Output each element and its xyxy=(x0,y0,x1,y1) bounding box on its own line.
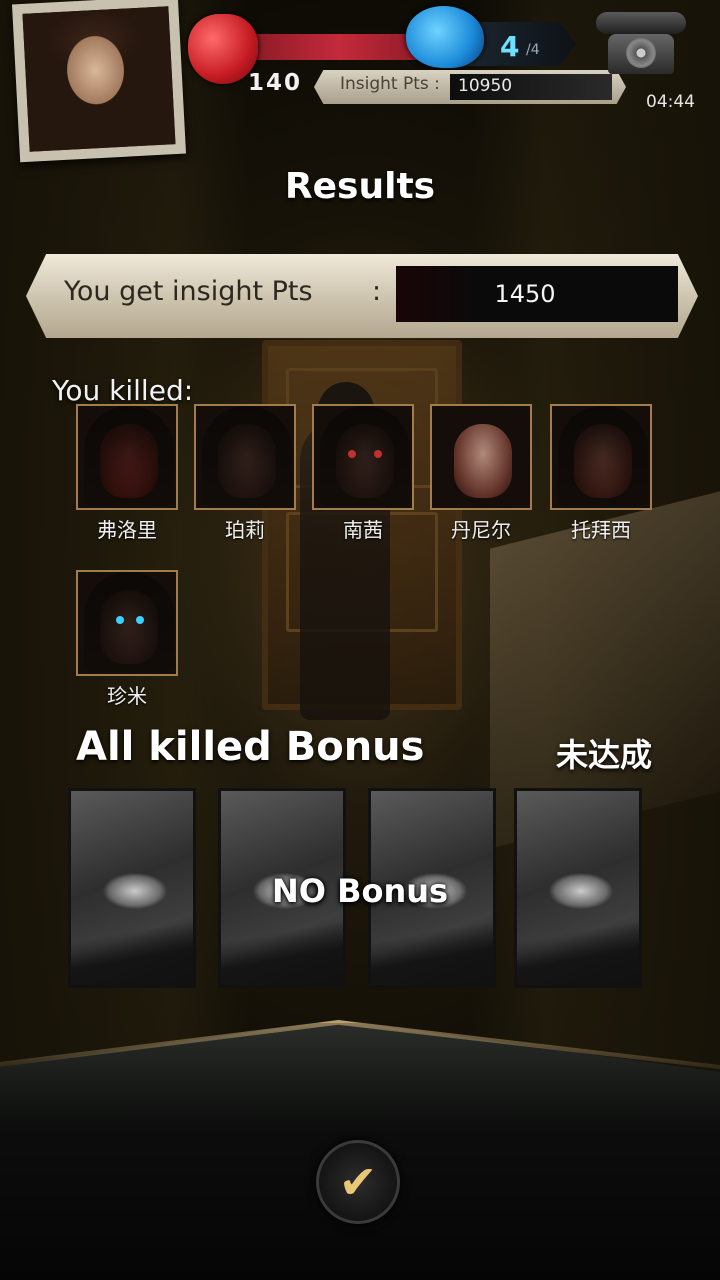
sanity-max: /4 xyxy=(526,42,540,58)
check-icon: ✔ xyxy=(338,1155,378,1209)
victim-name: 珍米 xyxy=(107,684,147,708)
victim-name: 丹尼尔 xyxy=(451,518,511,542)
victim-name: 托拜西 xyxy=(571,518,631,542)
brain-icon xyxy=(406,6,484,68)
no-bonus-overlay: NO Bonus xyxy=(271,872,449,910)
eye xyxy=(348,450,356,458)
confirm-button[interactable]: ✔ xyxy=(316,1140,400,1224)
victim-portrait xyxy=(76,404,178,510)
eye xyxy=(136,616,144,624)
killed-label: You killed: xyxy=(52,374,194,407)
victim-name: 南茜 xyxy=(343,518,383,542)
health-bar xyxy=(254,34,424,60)
telephone-handset xyxy=(596,12,686,34)
page-title: Results xyxy=(284,166,436,207)
player-portrait[interactable] xyxy=(11,0,187,163)
sanity-count: 4 xyxy=(500,30,520,63)
hair xyxy=(558,406,648,506)
gained-points-value: 1450 xyxy=(494,280,556,308)
victim-card: 托拜西 xyxy=(550,404,652,543)
eye xyxy=(374,450,382,458)
victim-card: 珀莉 xyxy=(194,404,296,543)
face xyxy=(454,424,512,498)
insight-points-label: Insight Pts : xyxy=(340,74,440,94)
countdown-timer: 04:44 xyxy=(646,92,695,112)
hair xyxy=(202,406,292,506)
eye xyxy=(116,616,124,624)
avatar xyxy=(22,6,176,152)
hair xyxy=(84,406,174,506)
victim-portrait xyxy=(76,570,178,676)
health-value: 140 xyxy=(248,70,303,96)
victim-card: 弗洛里 xyxy=(76,404,178,543)
victim-card: 南茜 xyxy=(312,404,414,543)
telephone-icon[interactable] xyxy=(596,4,686,78)
gained-points-label: You get insight Pts xyxy=(64,276,313,307)
victim-portrait xyxy=(430,404,532,510)
insight-points-value: 10950 xyxy=(458,76,513,96)
victim-portrait xyxy=(550,404,652,510)
victim-name: 珀莉 xyxy=(225,518,265,542)
gained-points-colon: : xyxy=(372,276,382,307)
telephone-dial xyxy=(626,38,656,68)
hair xyxy=(84,572,174,672)
hair xyxy=(320,406,410,506)
victim-card: 丹尼尔 xyxy=(430,404,532,543)
victim-portrait xyxy=(194,404,296,510)
bonus-status: 未达成 xyxy=(556,736,653,774)
bonus-title: All killed Bonus xyxy=(76,724,425,770)
victim-portrait xyxy=(312,404,414,510)
victim-card: 珍米 xyxy=(76,570,178,709)
victim-name: 弗洛里 xyxy=(97,518,157,542)
